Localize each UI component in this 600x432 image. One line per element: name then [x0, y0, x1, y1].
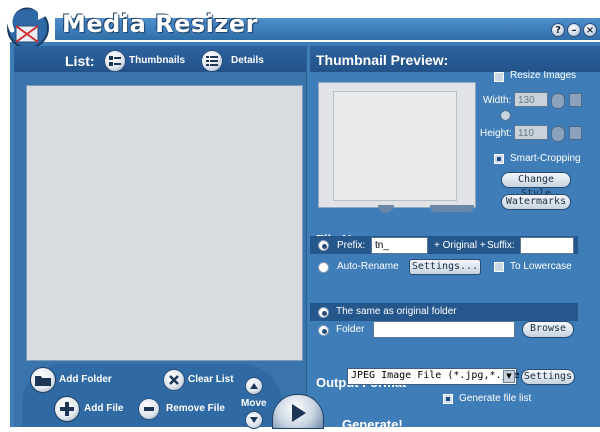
- minimize-button[interactable]: –: [567, 23, 581, 37]
- watermarks-button[interactable]: Watermarks: [501, 194, 571, 210]
- prefix-radio[interactable]: [318, 240, 329, 251]
- height-label: Height:: [480, 128, 512, 139]
- height-field[interactable]: 110: [514, 125, 548, 140]
- list-label: List:: [65, 53, 95, 69]
- thumbnail-frame: [333, 91, 457, 201]
- add-file-icon[interactable]: [54, 396, 80, 422]
- suffix-field[interactable]: [520, 237, 574, 254]
- auto-rename-radio[interactable]: [318, 262, 329, 273]
- move-down-icon[interactable]: [245, 411, 263, 429]
- change-style-button[interactable]: Change Style: [501, 172, 571, 199]
- move-up-icon[interactable]: [245, 377, 263, 395]
- remove-file-button[interactable]: Remove File: [166, 403, 225, 414]
- add-folder-button[interactable]: Add Folder: [59, 374, 112, 385]
- browse-button[interactable]: Browse: [522, 321, 574, 338]
- resize-images-label: Resize Images: [510, 70, 577, 81]
- folder-field[interactable]: [373, 321, 515, 338]
- remove-file-icon[interactable]: [138, 398, 160, 420]
- thumbnail-preview-box: [318, 82, 476, 208]
- resize-images-checkbox[interactable]: [494, 72, 504, 82]
- width-label: Width:: [483, 95, 512, 106]
- add-folder-icon[interactable]: [30, 367, 56, 393]
- height-spinner-icon[interactable]: [551, 126, 565, 142]
- window-title: Media Resizer: [62, 10, 258, 38]
- same-folder-radio[interactable]: [318, 307, 329, 318]
- move-label: Move: [241, 398, 267, 409]
- suffix-label: Suffix:: [487, 240, 515, 251]
- prefix-label: Prefix:: [337, 240, 366, 251]
- clear-list-icon[interactable]: [163, 369, 185, 391]
- height-lock-icon[interactable]: [569, 126, 582, 140]
- width-field[interactable]: 130: [514, 92, 548, 107]
- help-button[interactable]: ?: [551, 23, 565, 37]
- thumbnails-view-label[interactable]: Thumbnails: [129, 55, 185, 66]
- generate-file-list-label: Generate file list: [459, 393, 532, 404]
- to-lowercase-label: To Lowercase: [510, 261, 572, 272]
- output-format-select[interactable]: JPEG Image File (*.jpg,*.jpe ▼: [347, 368, 520, 385]
- close-button[interactable]: ×: [583, 23, 597, 37]
- preview-slider-icon[interactable]: [430, 205, 474, 212]
- app-window: Media Resizer ? – × List: Thumbnails Det…: [0, 0, 600, 432]
- details-view-icon[interactable]: [201, 50, 223, 72]
- folder-label: Folder: [336, 324, 365, 335]
- same-folder-label: The same as original folder: [336, 306, 457, 317]
- to-lowercase-checkbox[interactable]: [494, 262, 504, 272]
- original-label: + Original +: [434, 240, 486, 251]
- add-file-button[interactable]: Add File: [84, 403, 123, 414]
- format-settings-button[interactable]: Settings: [521, 369, 575, 385]
- generate-file-list-checkbox[interactable]: [443, 394, 453, 404]
- thumbnails-view-icon[interactable]: [104, 50, 126, 72]
- app-logo-icon: [7, 2, 50, 49]
- smart-cropping-label: Smart-Cropping: [510, 153, 581, 164]
- output-format-value: JPEG Image File (*.jpg,*.jpe: [351, 370, 520, 381]
- prefix-field[interactable]: tn_: [371, 237, 428, 254]
- width-lock-icon[interactable]: [569, 93, 582, 107]
- chevron-down-icon[interactable]: ▼: [503, 370, 515, 383]
- auto-rename-label: Auto-Rename: [337, 261, 399, 272]
- clear-list-button[interactable]: Clear List: [188, 374, 234, 385]
- folder-radio[interactable]: [318, 325, 329, 336]
- preview-heading: Thumbnail Preview:: [316, 52, 449, 68]
- generate-play-icon[interactable]: [272, 394, 324, 429]
- aspect-link-icon[interactable]: [500, 110, 511, 121]
- file-list-area[interactable]: [26, 85, 303, 361]
- rename-settings-button[interactable]: Settings...: [409, 259, 481, 275]
- generate-button[interactable]: Generate!: [342, 417, 403, 432]
- details-view-label[interactable]: Details: [231, 55, 264, 66]
- width-spinner-icon[interactable]: [551, 93, 565, 109]
- smart-cropping-checkbox[interactable]: [494, 154, 504, 164]
